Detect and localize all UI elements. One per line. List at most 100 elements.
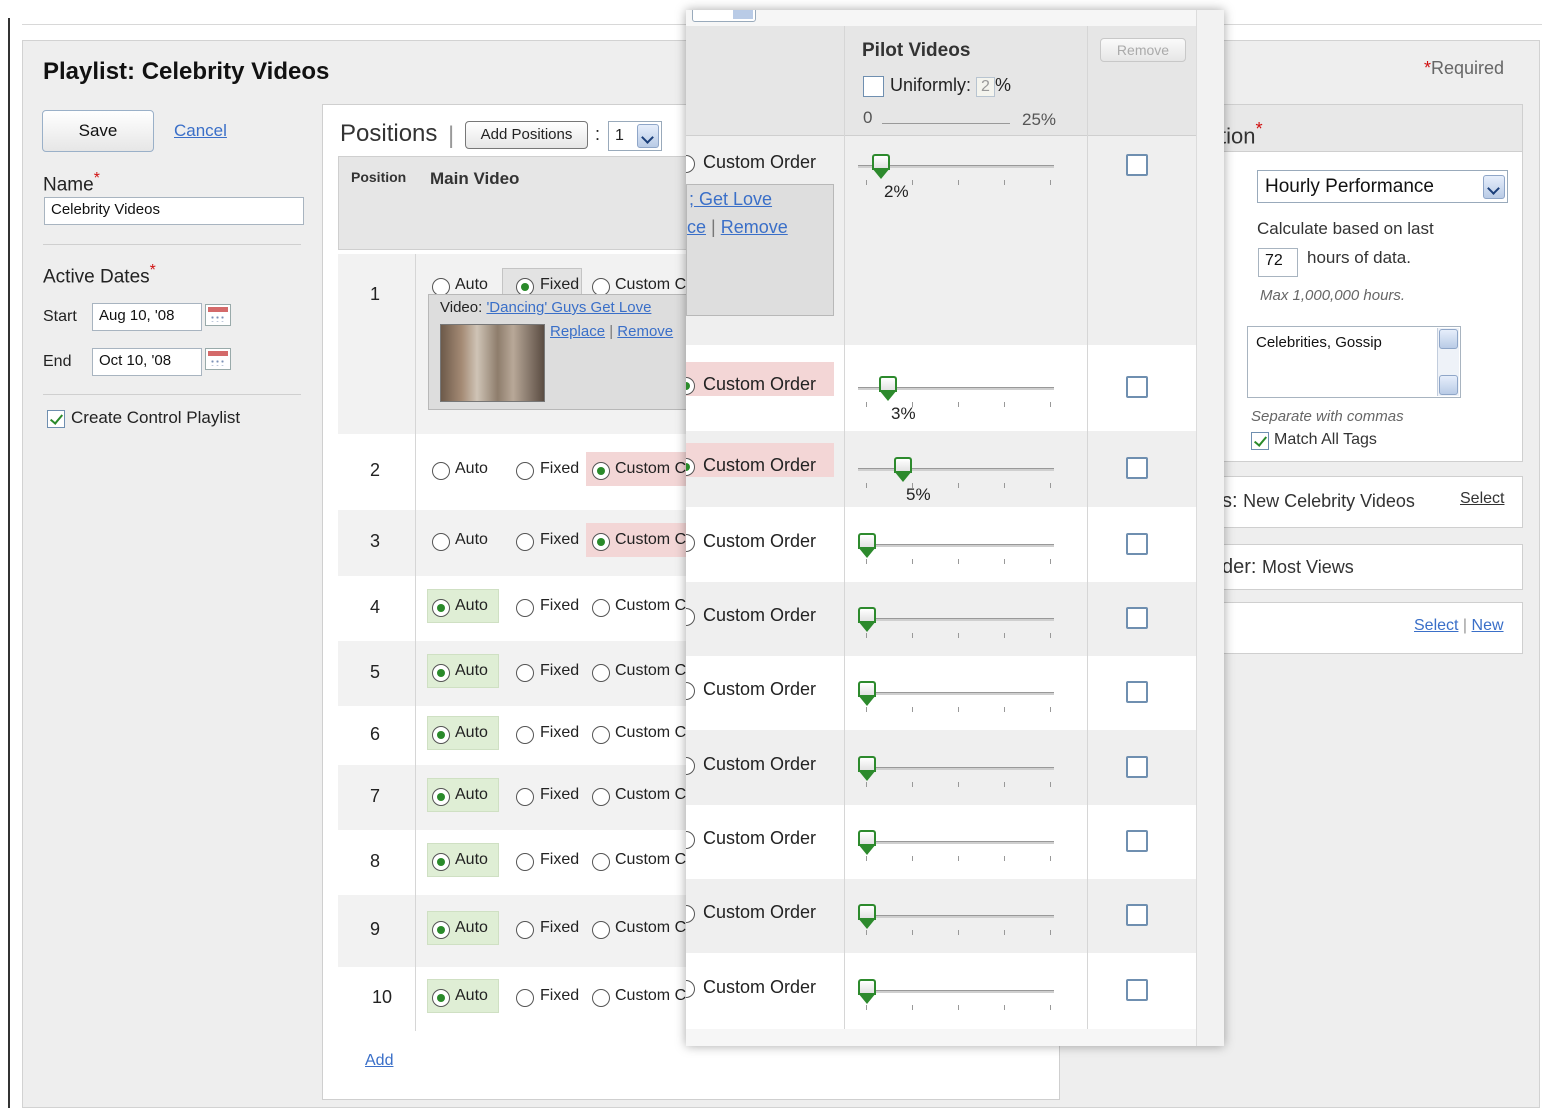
pilot-percent-slider[interactable] xyxy=(858,681,1058,721)
add-position-link[interactable]: Add xyxy=(365,1052,393,1070)
slider-handle[interactable] xyxy=(858,607,876,633)
name-input[interactable]: Celebrity Videos xyxy=(44,197,304,225)
fixed-radio[interactable] xyxy=(516,921,534,939)
custom-radio[interactable] xyxy=(592,599,610,617)
pilot-remove-link[interactable]: Remove xyxy=(721,217,788,237)
replace-link[interactable]: Replace xyxy=(550,323,605,340)
chevron-down-icon[interactable] xyxy=(1483,175,1505,199)
uniformly-input[interactable]: 2 xyxy=(976,77,995,97)
custom-radio[interactable] xyxy=(592,989,610,1007)
overlay-top-control[interactable] xyxy=(692,10,756,22)
auto-radio[interactable] xyxy=(432,599,450,617)
remove-pilot-checkbox[interactable] xyxy=(1126,904,1148,926)
new-link[interactable]: New xyxy=(1472,617,1504,634)
slider-handle[interactable] xyxy=(858,904,876,930)
remove-pilot-checkbox[interactable] xyxy=(1126,607,1148,629)
uniformly-checkbox[interactable] xyxy=(863,76,884,97)
custom-order-radio[interactable] xyxy=(686,608,695,626)
slider-handle[interactable] xyxy=(858,681,876,707)
auto-radio[interactable] xyxy=(432,788,450,806)
fixed-radio[interactable] xyxy=(516,788,534,806)
custom-order-radio[interactable] xyxy=(686,980,695,998)
chevron-down-icon[interactable] xyxy=(637,124,659,148)
custom-radio[interactable] xyxy=(592,788,610,806)
tags-textarea[interactable]: Celebrities, Gossip xyxy=(1247,326,1461,398)
fixed-radio[interactable] xyxy=(516,989,534,1007)
fixed-radio[interactable] xyxy=(516,726,534,744)
pilot-percent-slider[interactable] xyxy=(858,457,1058,497)
pilot-percent-slider[interactable] xyxy=(858,979,1058,1019)
pilot-percent-slider[interactable] xyxy=(858,607,1058,647)
scroll-down-icon[interactable] xyxy=(1439,375,1458,395)
pilot-percent-slider[interactable] xyxy=(858,533,1058,573)
slider-handle[interactable] xyxy=(858,756,876,782)
custom-radio[interactable] xyxy=(592,664,610,682)
custom-radio[interactable] xyxy=(592,921,610,939)
metric-select[interactable]: Hourly Performance xyxy=(1257,170,1508,203)
pilot-percent-slider[interactable] xyxy=(858,904,1058,944)
tags-scrollbar[interactable] xyxy=(1437,328,1459,396)
overlay-scrollbar[interactable] xyxy=(1196,10,1224,1046)
fixed-radio[interactable] xyxy=(516,853,534,871)
fixed-radio[interactable] xyxy=(516,462,534,480)
custom-order-radio[interactable] xyxy=(686,155,695,173)
pilot-video-link[interactable]: ; Get Love xyxy=(689,189,772,209)
custom-order-radio[interactable] xyxy=(686,831,695,849)
hours-input[interactable]: 72 xyxy=(1258,248,1298,277)
remove-pilot-checkbox[interactable] xyxy=(1126,756,1148,778)
match-all-tags-checkbox[interactable] xyxy=(1251,432,1269,450)
remove-pilot-checkbox[interactable] xyxy=(1126,830,1148,852)
positions-count-select[interactable]: 1 xyxy=(608,121,662,151)
slider-handle[interactable] xyxy=(894,457,912,483)
remove-pilot-checkbox[interactable] xyxy=(1126,681,1148,703)
remove-pilot-checkbox[interactable] xyxy=(1126,457,1148,479)
create-control-playlist-checkbox[interactable] xyxy=(47,410,65,428)
pilot-replace-link[interactable]: ce xyxy=(687,217,706,237)
auto-radio[interactable] xyxy=(432,664,450,682)
custom-radio[interactable] xyxy=(592,726,610,744)
end-calendar-icon[interactable] xyxy=(205,348,231,370)
auto-radio[interactable] xyxy=(432,726,450,744)
scroll-up-icon[interactable] xyxy=(1439,329,1458,349)
video-title-link[interactable]: 'Dancing' Guys Get Love xyxy=(486,299,651,316)
auto-radio[interactable] xyxy=(432,853,450,871)
custom-order-radio[interactable] xyxy=(686,757,695,775)
pilot-percent-slider[interactable] xyxy=(858,756,1058,796)
remove-pilot-checkbox[interactable] xyxy=(1126,533,1148,555)
slider-handle[interactable] xyxy=(872,154,890,180)
custom-order-radio[interactable] xyxy=(686,534,695,552)
start-date-input[interactable]: Aug 10, '08 xyxy=(92,303,202,331)
custom-radio[interactable] xyxy=(592,462,610,480)
source-select-link[interactable]: Select xyxy=(1460,490,1504,508)
end-date-input[interactable]: Oct 10, '08 xyxy=(92,348,202,376)
cancel-link[interactable]: Cancel xyxy=(174,121,227,141)
start-calendar-icon[interactable] xyxy=(205,304,231,326)
custom-order-radio[interactable] xyxy=(686,905,695,923)
remove-link[interactable]: Remove xyxy=(617,323,673,340)
add-positions-button[interactable]: Add Positions xyxy=(465,121,588,149)
remove-button[interactable]: Remove xyxy=(1100,38,1186,62)
custom-radio[interactable] xyxy=(592,853,610,871)
slider-handle[interactable] xyxy=(858,533,876,559)
fixed-radio[interactable] xyxy=(516,599,534,617)
remove-pilot-checkbox[interactable] xyxy=(1126,154,1148,176)
remove-pilot-checkbox[interactable] xyxy=(1126,376,1148,398)
fixed-radio[interactable] xyxy=(516,533,534,551)
slider-handle[interactable] xyxy=(858,830,876,856)
auto-radio[interactable] xyxy=(432,921,450,939)
auto-radio[interactable] xyxy=(432,533,450,551)
video-thumbnail[interactable] xyxy=(440,324,545,402)
slider-tick xyxy=(866,180,867,185)
auto-radio[interactable] xyxy=(432,989,450,1007)
custom-order-radio[interactable] xyxy=(686,682,695,700)
fixed-radio[interactable] xyxy=(516,664,534,682)
pilot-percent-slider[interactable] xyxy=(858,830,1058,870)
slider-handle[interactable] xyxy=(879,376,897,402)
remove-pilot-checkbox[interactable] xyxy=(1126,979,1148,1001)
select-link[interactable]: Select xyxy=(1414,617,1458,634)
slider-handle[interactable] xyxy=(858,979,876,1005)
pilot-percent-slider[interactable] xyxy=(858,376,1058,416)
custom-radio[interactable] xyxy=(592,533,610,551)
save-button[interactable]: Save xyxy=(42,110,154,152)
auto-radio[interactable] xyxy=(432,462,450,480)
